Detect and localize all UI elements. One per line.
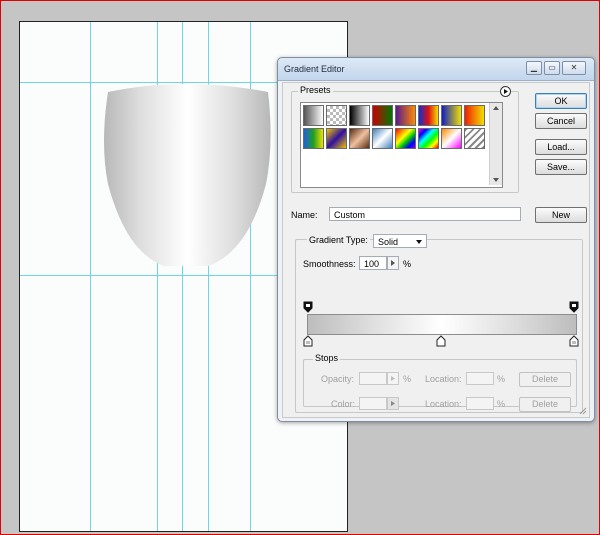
arrow-right-icon (391, 376, 395, 381)
dialog-titlebar[interactable]: Gradient Editor ▁ ▭ ✕ (278, 58, 594, 81)
shield-shape[interactable] (98, 84, 273, 270)
ok-button[interactable]: OK (535, 93, 587, 109)
preset-swatch[interactable] (395, 128, 416, 149)
color-swatch-field[interactable] (359, 397, 387, 410)
opacity-location-label: Location: (425, 374, 462, 384)
guide-vertical[interactable] (90, 22, 91, 531)
gradient-type-value: Solid (378, 237, 399, 247)
color-label: Color: (331, 399, 356, 409)
preset-swatch[interactable] (418, 105, 439, 126)
preset-swatch[interactable] (303, 105, 324, 126)
gradient-editor-dialog: Gradient Editor ▁ ▭ ✕ Presets OK Cancel … (277, 57, 595, 422)
preset-swatch[interactable] (441, 128, 462, 149)
opacity-stepper[interactable] (387, 372, 399, 385)
color-delete-button[interactable]: Delete (519, 397, 571, 412)
stops-label: Stops (313, 353, 341, 363)
opacity-input[interactable] (359, 372, 387, 385)
smoothness-label: Smoothness: (303, 259, 356, 269)
name-input[interactable]: Custom (329, 207, 521, 221)
presets-menu-icon[interactable] (500, 86, 511, 97)
opacity-location-percent: % (497, 374, 506, 384)
preset-swatch[interactable] (303, 128, 324, 149)
new-button[interactable]: New (535, 207, 587, 223)
preset-swatch[interactable] (372, 105, 393, 126)
preset-swatch[interactable] (441, 105, 462, 126)
gradient-type-label: Gradient Type: (307, 235, 370, 245)
preset-swatch[interactable] (326, 128, 347, 149)
preset-swatch[interactable] (395, 105, 416, 126)
preset-swatch[interactable] (372, 128, 393, 149)
color-stop-right[interactable] (569, 335, 579, 347)
arrow-right-icon (391, 401, 395, 406)
chevron-down-icon (416, 240, 422, 244)
presets-label: Presets (298, 85, 333, 95)
opacity-delete-button[interactable]: Delete (519, 372, 571, 387)
color-stop-left[interactable] (303, 335, 313, 347)
presets-scrollbar[interactable] (489, 103, 502, 185)
smoothness-input[interactable]: 100 (359, 256, 387, 270)
preset-swatch[interactable] (349, 128, 370, 149)
color-location-percent: % (497, 399, 506, 409)
preset-swatch[interactable] (464, 128, 485, 149)
load-button[interactable]: Load... (535, 139, 587, 155)
color-location-input[interactable] (466, 397, 494, 410)
opacity-stop-right[interactable] (569, 301, 579, 313)
color-location-label: Location: (425, 399, 462, 409)
preset-swatch[interactable] (464, 105, 485, 126)
resize-grip-icon[interactable] (578, 406, 587, 415)
preset-swatch[interactable] (349, 105, 370, 126)
cancel-button[interactable]: Cancel (535, 113, 587, 129)
preset-swatch[interactable] (418, 128, 439, 149)
opacity-stop-left[interactable] (303, 301, 313, 313)
smoothness-percent: % (403, 259, 412, 269)
gradient-preview-bar[interactable] (307, 314, 577, 335)
gradient-type-select[interactable]: Solid (373, 234, 427, 248)
dialog-title: Gradient Editor (284, 64, 345, 74)
minimize-button[interactable]: ▁ (526, 61, 542, 75)
color-menu-button[interactable] (387, 397, 399, 410)
opacity-label: Opacity: (321, 374, 355, 384)
color-stop-middle[interactable] (436, 335, 446, 347)
maximize-button[interactable]: ▭ (544, 61, 560, 75)
opacity-location-input[interactable] (466, 372, 494, 385)
preset-swatch[interactable] (326, 105, 347, 126)
dialog-body: Presets OK Cancel Load... Save... Name: … (282, 82, 590, 418)
smoothness-stepper[interactable] (387, 256, 399, 270)
close-button[interactable]: ✕ (562, 61, 586, 75)
presets-group: Presets (291, 85, 519, 193)
save-button[interactable]: Save... (535, 159, 587, 175)
arrow-right-icon (391, 260, 395, 266)
name-label: Name: (291, 210, 318, 220)
presets-swatch-list (300, 102, 503, 188)
opacity-percent: % (403, 374, 412, 384)
